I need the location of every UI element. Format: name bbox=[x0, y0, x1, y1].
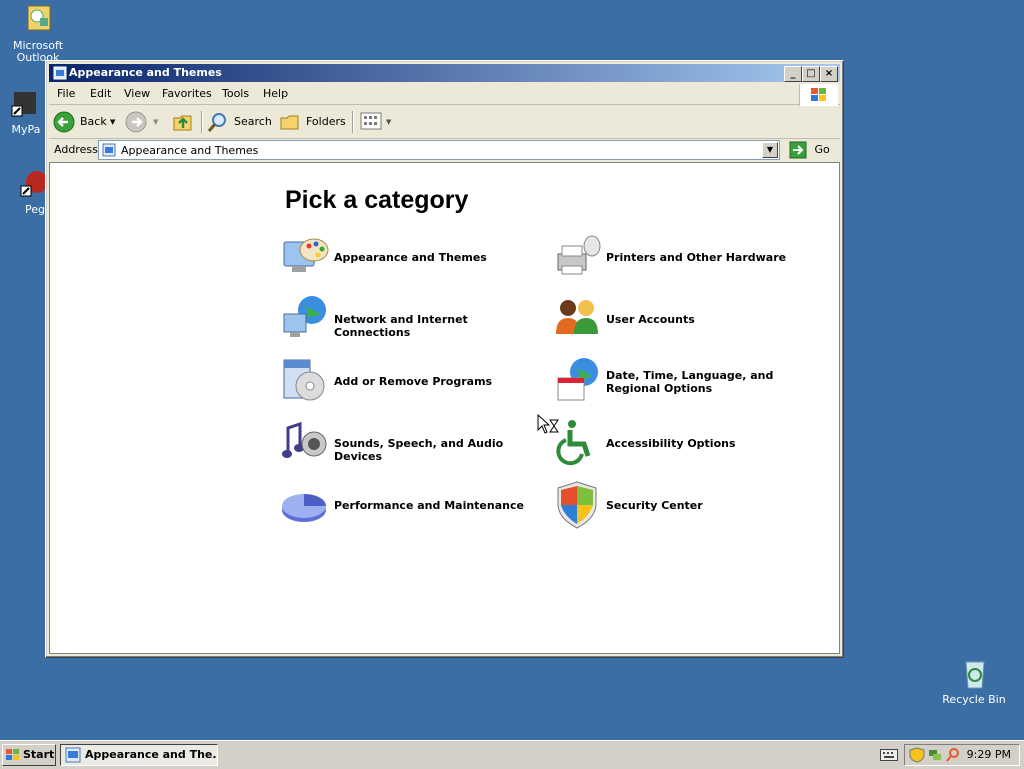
security-shield-icon[interactable] bbox=[909, 747, 925, 763]
search-icon bbox=[207, 113, 226, 132]
category-appearance-themes[interactable]: Appearance and Themes bbox=[280, 232, 550, 284]
category-date-time-language[interactable]: Date, Time, Language, and Regional Optio… bbox=[552, 356, 822, 408]
printer-icon bbox=[552, 232, 602, 282]
folders-label: Folders bbox=[306, 115, 346, 128]
window-title: Appearance and Themes bbox=[69, 66, 222, 79]
toolbar: Back ▼ ▼ Search Folders ▼ bbox=[49, 106, 840, 139]
category-label: Network and Internet Connections bbox=[334, 313, 468, 339]
views-button[interactable]: ▼ bbox=[359, 110, 395, 134]
category-label: User Accounts bbox=[606, 313, 695, 326]
taskbar: Start Appearance and The... 9:29 PM bbox=[0, 740, 1024, 769]
network-icon bbox=[280, 294, 330, 344]
performance-icon bbox=[280, 480, 330, 530]
views-icon bbox=[360, 112, 382, 130]
search-tray-icon[interactable] bbox=[945, 747, 961, 763]
category-security-center[interactable]: Security Center bbox=[552, 480, 822, 532]
recycle-bin-icon bbox=[958, 658, 990, 690]
toolbar-separator bbox=[201, 111, 203, 133]
add-remove-programs-icon bbox=[280, 356, 330, 406]
up-folder-icon bbox=[173, 115, 192, 131]
system-tray: 9:29 PM bbox=[904, 744, 1020, 766]
category-label: Date, Time, Language, and Regional Optio… bbox=[606, 369, 774, 395]
go-arrow-icon bbox=[789, 141, 807, 159]
address-value: Appearance and Themes bbox=[121, 144, 259, 157]
back-label: Back bbox=[80, 115, 107, 128]
shortcut-icon bbox=[10, 88, 42, 120]
keyboard-icon[interactable] bbox=[880, 749, 898, 761]
desktop-icon-recycle-bin[interactable]: Recycle Bin bbox=[936, 658, 1012, 706]
category-user-accounts[interactable]: User Accounts bbox=[552, 294, 822, 346]
category-accessibility[interactable]: Accessibility Options bbox=[552, 418, 822, 470]
windows-logo-icon bbox=[799, 84, 838, 106]
folders-button[interactable]: Folders bbox=[279, 110, 346, 134]
content-pane: Pick a category Appearance and Themes Ne… bbox=[49, 162, 840, 654]
menu-tools[interactable]: Tools bbox=[222, 87, 249, 100]
busy-cursor-icon bbox=[537, 413, 561, 436]
search-label: Search bbox=[234, 115, 272, 128]
menu-bar: File Edit View Favorites Tools Help bbox=[49, 84, 840, 106]
windows-logo-icon bbox=[6, 749, 19, 760]
address-dropdown-button[interactable]: ▼ bbox=[762, 142, 778, 158]
category-network[interactable]: Network and Internet Connections bbox=[280, 294, 550, 346]
back-dropdown[interactable]: ▼ bbox=[110, 110, 120, 134]
folders-icon bbox=[280, 115, 299, 130]
desktop-icon-label: Recycle Bin bbox=[942, 693, 1006, 706]
start-button[interactable]: Start bbox=[2, 744, 56, 766]
forward-arrow-icon bbox=[125, 111, 147, 133]
views-dropdown-icon: ▼ bbox=[386, 118, 392, 126]
appearance-themes-icon bbox=[280, 232, 330, 282]
forward-button[interactable] bbox=[125, 110, 151, 134]
address-input[interactable]: Appearance and Themes ▼ bbox=[98, 140, 780, 160]
taskbar-window-label: Appearance and The... bbox=[85, 748, 218, 761]
category-label: Appearance and Themes bbox=[334, 251, 487, 264]
category-performance[interactable]: Performance and Maintenance bbox=[280, 480, 550, 532]
category-printers-hardware[interactable]: Printers and Other Hardware bbox=[552, 232, 822, 284]
start-label: Start bbox=[23, 748, 55, 761]
user-accounts-icon bbox=[552, 294, 602, 344]
title-bar[interactable]: Appearance and Themes _ □ × bbox=[49, 64, 840, 82]
category-label: Printers and Other Hardware bbox=[606, 251, 787, 264]
network-tray-icon[interactable] bbox=[927, 747, 943, 763]
menu-favorites[interactable]: Favorites bbox=[162, 87, 212, 100]
sound-icon bbox=[280, 418, 330, 468]
menu-file[interactable]: File bbox=[57, 87, 75, 100]
date-time-icon bbox=[552, 356, 602, 406]
security-shield-icon bbox=[552, 480, 602, 530]
search-button[interactable]: Search bbox=[207, 110, 272, 134]
up-folder-button[interactable] bbox=[171, 110, 195, 134]
address-label: Address bbox=[54, 143, 98, 156]
menu-edit[interactable]: Edit bbox=[90, 87, 111, 100]
go-button[interactable]: Go bbox=[789, 140, 830, 160]
go-label: Go bbox=[814, 143, 830, 156]
outlook-icon bbox=[22, 4, 54, 36]
category-label: Security Center bbox=[606, 499, 703, 512]
toolbar-separator bbox=[352, 111, 354, 133]
menu-help[interactable]: Help bbox=[263, 87, 288, 100]
taskbar-window-button[interactable]: Appearance and The... bbox=[60, 744, 218, 766]
control-panel-icon bbox=[65, 747, 81, 763]
category-label: Add or Remove Programs bbox=[334, 375, 493, 388]
back-button[interactable]: Back bbox=[53, 110, 109, 134]
category-sounds[interactable]: Sounds, Speech, and Audio Devices bbox=[280, 418, 550, 470]
category-label: Sounds, Speech, and Audio Devices bbox=[334, 437, 504, 463]
category-label: Performance and Maintenance bbox=[334, 499, 524, 512]
desktop-icon-outlook[interactable]: Microsoft Outlook bbox=[0, 4, 76, 64]
explorer-window: Appearance and Themes _ □ × File Edit Vi… bbox=[45, 60, 844, 658]
back-arrow-icon bbox=[53, 111, 75, 133]
forward-dropdown[interactable]: ▼ bbox=[153, 110, 163, 134]
category-label: Accessibility Options bbox=[606, 437, 736, 450]
control-panel-icon bbox=[102, 143, 116, 157]
address-bar: Address Appearance and Themes ▼ Go bbox=[49, 139, 840, 161]
minimize-button[interactable]: _ bbox=[784, 66, 802, 82]
clock: 9:29 PM bbox=[966, 748, 1011, 761]
control-panel-icon bbox=[53, 66, 67, 80]
category-add-remove-programs[interactable]: Add or Remove Programs bbox=[280, 356, 550, 408]
maximize-button[interactable]: □ bbox=[802, 66, 820, 82]
menu-view[interactable]: View bbox=[124, 87, 150, 100]
close-button[interactable]: × bbox=[820, 66, 838, 82]
page-title: Pick a category bbox=[285, 186, 469, 214]
